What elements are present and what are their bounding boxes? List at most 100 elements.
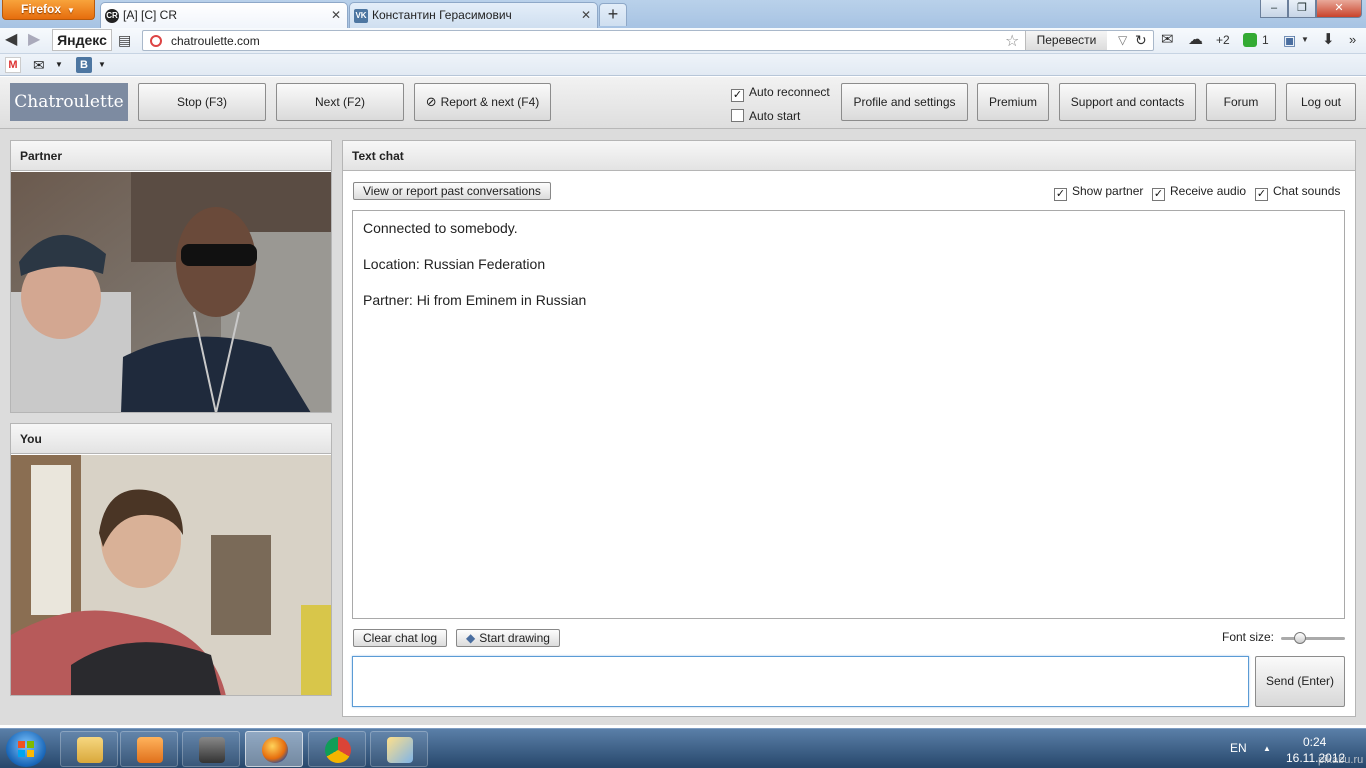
chat-sounds-checkbox[interactable]: ✓ Chat sounds: [1255, 184, 1340, 201]
start-drawing-button[interactable]: ◆ Start drawing: [456, 629, 560, 647]
profile-settings-button[interactable]: Profile and settings: [841, 83, 968, 121]
message-input[interactable]: [352, 656, 1249, 707]
tab-vk-profile[interactable]: VK Константин Герасимович ✕: [349, 2, 598, 28]
show-partner-label: Show partner: [1072, 184, 1144, 198]
you-panel: You: [10, 423, 332, 696]
windows-taskbar: EN ▲ 0:24 16.11.2012 pikabu.ru: [0, 728, 1366, 768]
checkbox-checked-icon: ✓: [1152, 188, 1165, 201]
show-partner-checkbox[interactable]: ✓ Show partner: [1054, 184, 1143, 201]
auto-reconnect-label: Auto reconnect: [749, 85, 830, 99]
receive-audio-label: Receive audio: [1170, 184, 1247, 198]
font-size-slider-handle[interactable]: [1294, 632, 1306, 644]
new-tab-button[interactable]: +: [599, 3, 627, 26]
clear-chat-log-button[interactable]: Clear chat log: [353, 629, 448, 647]
forward-arrow-icon[interactable]: ▶: [28, 31, 40, 49]
firefox-menu-label: Firefox: [21, 2, 62, 16]
counter-icon[interactable]: [1243, 33, 1257, 47]
chevron-down-icon[interactable]: ▼: [1301, 31, 1309, 49]
taskbar-media-player[interactable]: [120, 731, 178, 767]
auto-start-label: Auto start: [749, 109, 801, 123]
back-arrow-icon[interactable]: ◀: [5, 31, 17, 49]
tab-title: Константин Герасимович: [372, 8, 512, 22]
chatroulette-logo[interactable]: Chatroulette: [10, 83, 128, 121]
weather-icon[interactable]: ☁: [1188, 31, 1203, 49]
mail-icon[interactable]: ✉: [1161, 31, 1174, 49]
mail-badge: +2: [1216, 33, 1230, 47]
checkbox-checked-icon: ✓: [1255, 188, 1268, 201]
auto-reconnect-checkbox[interactable]: ✓ Auto reconnect: [731, 85, 830, 102]
page-info-icon[interactable]: ▤: [118, 31, 131, 49]
forum-button[interactable]: Forum: [1206, 83, 1276, 121]
chat-message: Location: Russian Federation: [363, 256, 546, 272]
auto-start-checkbox[interactable]: Auto start: [731, 109, 800, 123]
support-contacts-button[interactable]: Support and contacts: [1059, 83, 1196, 121]
taskbar-firefox[interactable]: [245, 731, 303, 767]
text-chat-title: Text chat: [343, 141, 1355, 171]
windows-logo-icon: [18, 741, 34, 757]
dropdown-arrow-icon[interactable]: ▽: [1118, 31, 1127, 49]
url-bar[interactable]: chatroulette.com ☆: [142, 30, 1154, 51]
clock-time[interactable]: 0:24: [1303, 735, 1326, 749]
vk-icon[interactable]: В: [76, 57, 92, 73]
chatroulette-favicon-icon: CR: [105, 9, 119, 23]
translate-button[interactable]: Перевести: [1025, 31, 1107, 50]
chevron-down-icon[interactable]: ▼: [55, 57, 63, 73]
tab-chatroulette[interactable]: CR [A] [C] CR ✕: [100, 2, 348, 28]
bookmarks-toolbar: [0, 54, 1366, 76]
self-video: [11, 455, 331, 695]
chrome-icon: [325, 737, 351, 763]
close-tab-icon[interactable]: ✕: [581, 3, 591, 27]
watermark-text: pikabu.ru: [1318, 754, 1364, 766]
partner-video: [11, 172, 331, 412]
tab-title: [A] [C] CR: [123, 8, 178, 22]
taskbar-paint[interactable]: [370, 731, 428, 767]
chevron-down-icon[interactable]: ▼: [98, 57, 106, 73]
url-text: chatroulette.com: [171, 34, 260, 48]
font-size-slider[interactable]: [1281, 632, 1345, 644]
counter-badge: 1: [1262, 33, 1269, 47]
partner-panel: Partner: [10, 140, 332, 413]
partner-panel-title: Partner: [11, 141, 331, 171]
start-button[interactable]: [6, 731, 46, 767]
language-indicator[interactable]: EN: [1230, 741, 1247, 755]
logout-button[interactable]: Log out: [1286, 83, 1356, 121]
self-video-feed: [11, 455, 331, 695]
app-header: Chatroulette Stop (F3) Next (F2) ⊘ Report…: [0, 77, 1366, 129]
send-button[interactable]: Send (Enter): [1255, 656, 1345, 707]
close-tab-icon[interactable]: ✕: [331, 3, 341, 27]
partner-video-feed: [11, 172, 331, 412]
reload-icon[interactable]: ↻: [1135, 31, 1147, 49]
minimize-button[interactable]: –: [1260, 0, 1288, 18]
mail-icon[interactable]: ✉: [33, 57, 45, 73]
close-window-button[interactable]: ✕: [1316, 0, 1362, 18]
checkbox-checked-icon: ✓: [731, 89, 744, 102]
chat-message: Connected to somebody.: [363, 220, 518, 236]
bookmarks-menu-icon[interactable]: ▣: [1283, 31, 1296, 49]
chat-log[interactable]: Connected to somebody. Location: Russian…: [352, 210, 1345, 619]
bookmark-star-icon[interactable]: ☆: [1005, 31, 1019, 51]
chat-message: Partner: Hi from Eminem in Russian: [363, 292, 587, 308]
gmail-icon[interactable]: M: [5, 57, 21, 73]
view-report-conversations-button[interactable]: View or report past conversations: [353, 182, 551, 200]
report-icon: ⊘: [425, 94, 437, 109]
premium-button[interactable]: Premium: [977, 83, 1049, 121]
report-next-button[interactable]: ⊘ Report & next (F4): [414, 83, 551, 121]
next-button[interactable]: Next (F2): [276, 83, 404, 121]
stop-button[interactable]: Stop (F3): [138, 83, 266, 121]
download-icon[interactable]: ⬇: [1322, 31, 1335, 49]
checkbox-unchecked-icon: [731, 109, 744, 122]
report-next-label: Report & next (F4): [440, 95, 540, 109]
media-player-icon: [137, 737, 163, 763]
taskbar-game[interactable]: [182, 731, 240, 767]
maximize-button[interactable]: ❐: [1288, 0, 1316, 18]
overflow-menu-icon[interactable]: »: [1349, 31, 1356, 49]
taskbar-explorer[interactable]: [60, 731, 118, 767]
firefox-menu-button[interactable]: Firefox ▼: [2, 0, 95, 20]
folder-icon: [77, 737, 103, 763]
receive-audio-checkbox[interactable]: ✓ Receive audio: [1152, 184, 1246, 201]
you-panel-title: You: [11, 424, 331, 454]
show-hidden-icons-icon[interactable]: ▲: [1263, 742, 1271, 756]
firefox-icon: [262, 737, 288, 763]
taskbar-chrome[interactable]: [308, 731, 366, 767]
yandex-search-button[interactable]: Яндекс: [52, 29, 112, 51]
